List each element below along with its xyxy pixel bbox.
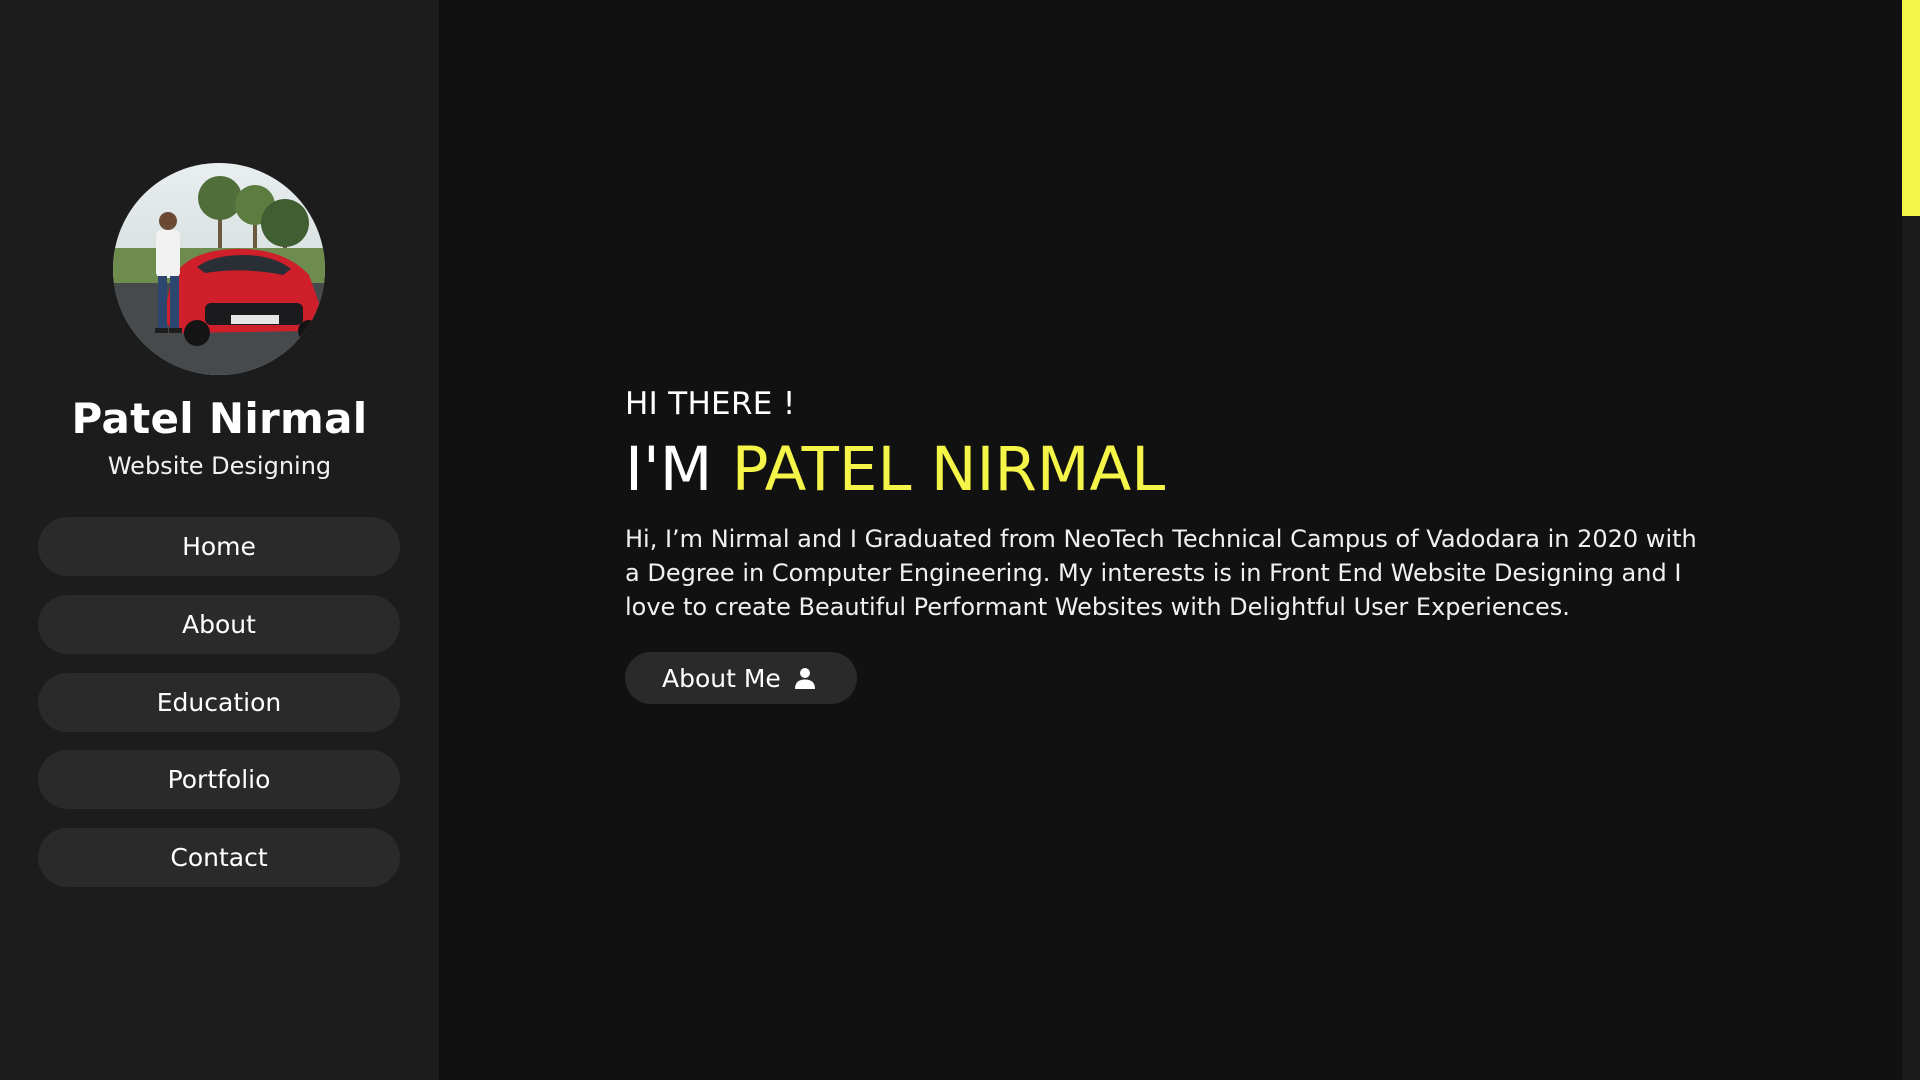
hero-headline-prefix: I'M [625,434,732,505]
profile-avatar [113,163,325,375]
hero-section: HI THERE ! I'M PATEL NIRMAL Hi, I’m Nirm… [625,380,1715,704]
nav-about-button[interactable]: About [38,595,400,654]
about-me-button-label: About Me [662,663,781,693]
nav-portfolio-button[interactable]: Portfolio [38,750,400,809]
nav-education-button[interactable]: Education [38,673,400,732]
nav-home-button[interactable]: Home [38,517,400,576]
profile-name: Patel Nirmal [71,394,368,443]
profile-role: Website Designing [107,452,332,480]
sidebar: Patel Nirmal Website Designing Home Abou… [0,0,439,1080]
hero-intro-text: Hi, I’m Nirmal and I Graduated from NeoT… [625,525,1697,621]
hero-greeting: HI THERE ! [625,386,796,422]
hero-headline-name: PATEL NIRMAL [731,434,1166,505]
user-icon [794,668,815,689]
nav-contact-button[interactable]: Contact [38,828,400,887]
app-root: Patel Nirmal Website Designing Home Abou… [0,0,1920,1080]
hero-headline: I'M PATEL NIRMAL [625,434,1715,506]
profile-photo [113,163,325,375]
page-scrollbar-thumb[interactable] [1902,0,1920,216]
about-me-button[interactable]: About Me [625,652,857,704]
